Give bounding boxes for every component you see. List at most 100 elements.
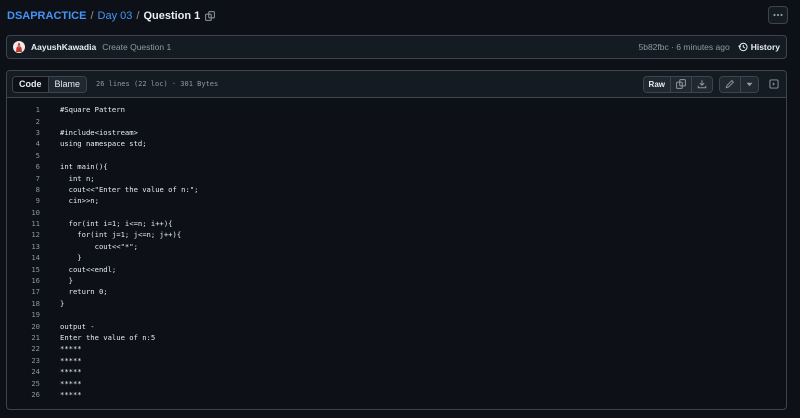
edit-actions-group <box>719 75 759 93</box>
copy-icon[interactable] <box>204 10 216 22</box>
history-button[interactable]: History <box>737 42 780 52</box>
breadcrumb-separator: / <box>90 10 94 22</box>
line-number[interactable]: 18 <box>7 299 40 308</box>
code-line: 8 cout<<"Enter the value of n:"; <box>7 184 786 195</box>
line-number[interactable]: 25 <box>7 379 40 388</box>
line-content: } <box>60 276 73 286</box>
tab-code[interactable]: Code <box>13 76 49 92</box>
line-content: int n; <box>60 173 95 183</box>
line-content: ***** <box>60 344 82 354</box>
line-number[interactable]: 16 <box>7 276 40 285</box>
line-number[interactable]: 3 <box>7 128 40 137</box>
line-number[interactable]: 17 <box>7 287 40 296</box>
line-number[interactable]: 26 <box>7 390 40 399</box>
line-number[interactable]: 6 <box>7 162 40 171</box>
code-line: 4 using namespace std; <box>7 138 786 149</box>
commit-message-link[interactable]: Create Question 1 <box>102 42 171 52</box>
kebab-icon <box>773 13 783 17</box>
line-number[interactable]: 12 <box>7 230 40 239</box>
avatar[interactable] <box>13 41 25 53</box>
copy-icon <box>676 79 686 89</box>
file-viewer: Code Blame 26 lines (22 loc) · 301 Bytes… <box>6 70 787 410</box>
commit-sha-link[interactable]: 5b82fbc · 6 minutes ago <box>639 42 730 52</box>
raw-actions-group: Raw <box>642 75 713 93</box>
line-content: ***** <box>60 378 82 388</box>
line-content: cout<<"Enter the value of n:"; <box>60 184 199 194</box>
code-line: 22 ***** <box>7 343 786 354</box>
line-content: ***** <box>60 355 82 365</box>
line-number[interactable]: 4 <box>7 139 40 148</box>
code-line: 12 for(int j=1; j<=n; j++){ <box>7 229 786 240</box>
history-icon <box>737 42 751 52</box>
code-line: 15 cout<<endl; <box>7 263 786 274</box>
line-content: for(int i=1; i<=n; i++){ <box>60 219 173 229</box>
code-line: 24 ***** <box>7 366 786 377</box>
code-line: 23 ***** <box>7 355 786 366</box>
code-line: 18} <box>7 298 786 309</box>
line-content: cout<<"*"; <box>60 241 138 251</box>
line-number[interactable]: 2 <box>7 117 40 126</box>
line-content: ***** <box>60 367 82 377</box>
breadcrumb-repo-link[interactable]: DSAPRACTICE <box>7 10 86 22</box>
line-number[interactable]: 21 <box>7 333 40 342</box>
code-line: 16 } <box>7 275 786 286</box>
line-number[interactable]: 22 <box>7 344 40 353</box>
more-options-button[interactable] <box>768 6 788 24</box>
line-content: using namespace std; <box>60 139 147 149</box>
line-number[interactable]: 11 <box>7 219 40 228</box>
code-area: 1 #Square Pattern 2 3 #include<iostream> 4 usi… <box>7 98 786 400</box>
raw-button[interactable]: Raw <box>643 76 671 92</box>
file-header: Code Blame 26 lines (22 loc) · 301 Bytes… <box>7 71 786 98</box>
line-content: return 0; <box>60 287 108 297</box>
line-content: output - <box>60 321 95 331</box>
commit-author-link[interactable]: AayushKawadia <box>31 42 96 52</box>
breadcrumb-separator: / <box>136 10 140 22</box>
code-line: 21 Enter the value of n:5 <box>7 332 786 343</box>
breadcrumb: DSAPRACTICE / Day 03 / Question 1 <box>7 8 216 24</box>
code-line: 26 ***** <box>7 389 786 400</box>
edit-menu-button[interactable] <box>741 76 758 92</box>
history-label: History <box>750 42 780 52</box>
line-content: } <box>60 253 82 263</box>
line-content: ***** <box>60 389 82 399</box>
breadcrumb-folder-link[interactable]: Day 03 <box>98 10 133 22</box>
code-line: 20 output - <box>7 320 786 331</box>
code-line: 5 <box>7 150 786 161</box>
code-line: 13 cout<<"*"; <box>7 241 786 252</box>
line-content: for(int j=1; j<=n; j++){ <box>60 230 182 240</box>
line-number[interactable]: 24 <box>7 367 40 376</box>
symbols-panel-button[interactable] <box>767 77 781 91</box>
code-line: 11 for(int i=1; i<=n; i++){ <box>7 218 786 229</box>
line-number[interactable]: 14 <box>7 253 40 262</box>
line-number[interactable]: 13 <box>7 242 40 251</box>
triangle-down-icon <box>746 82 753 87</box>
file-info: 26 lines (22 loc) · 301 Bytes <box>96 80 219 88</box>
commit-meta: 5b82fbc · 6 minutes ago History <box>639 42 781 52</box>
line-number[interactable]: 7 <box>7 174 40 183</box>
download-button[interactable] <box>692 76 712 92</box>
line-number[interactable]: 5 <box>7 151 40 160</box>
edit-button[interactable] <box>720 76 741 92</box>
symbols-icon <box>769 79 779 89</box>
line-number[interactable]: 8 <box>7 185 40 194</box>
code-line: 17 return 0; <box>7 286 786 297</box>
code-line: 2 <box>7 115 786 126</box>
code-line: 10 <box>7 207 786 218</box>
line-number[interactable]: 10 <box>7 208 40 217</box>
line-number[interactable]: 20 <box>7 322 40 331</box>
copy-raw-button[interactable] <box>671 76 692 92</box>
file-actions: Raw <box>642 75 781 93</box>
line-content: int main(){ <box>60 162 108 172</box>
pencil-icon <box>725 79 735 89</box>
code-line: 14 } <box>7 252 786 263</box>
line-content: #Square Pattern <box>60 105 125 115</box>
line-number[interactable]: 1 <box>7 105 40 114</box>
line-number[interactable]: 23 <box>7 356 40 365</box>
line-number[interactable]: 19 <box>7 310 40 319</box>
line-content: cout<<endl; <box>60 264 117 274</box>
line-number[interactable]: 9 <box>7 196 40 205</box>
line-number[interactable]: 15 <box>7 265 40 274</box>
tab-blame[interactable]: Blame <box>48 76 87 92</box>
breadcrumb-current-file: Question 1 <box>143 10 201 22</box>
line-content: } <box>60 298 65 308</box>
